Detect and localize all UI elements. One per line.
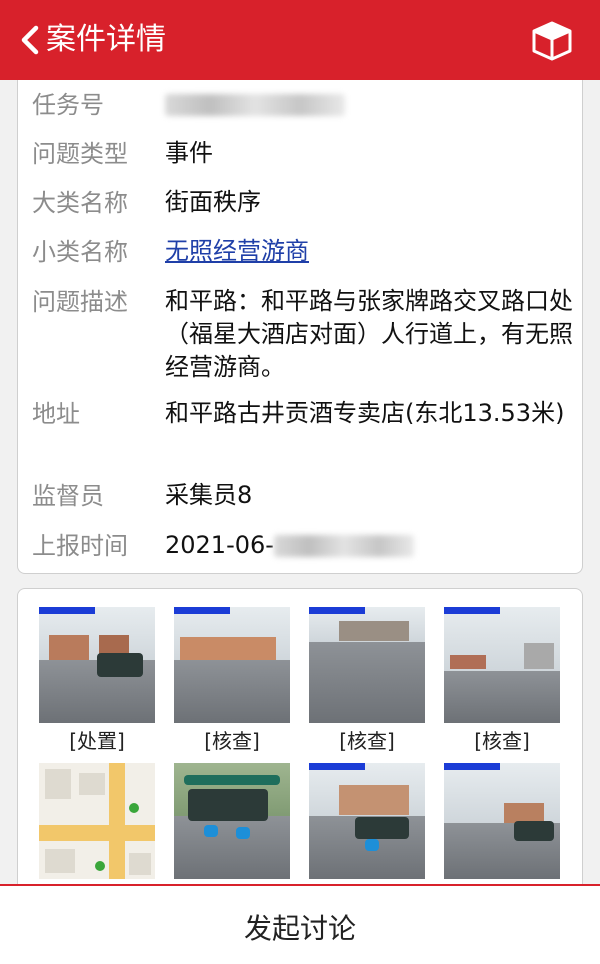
chevron-left-icon xyxy=(21,25,39,55)
map-thumbnail[interactable] xyxy=(39,763,155,879)
photo-thumbnail[interactable] xyxy=(174,763,290,879)
detail-label: 上报时间 xyxy=(32,532,128,560)
photo-caption: [核查] xyxy=(474,729,530,753)
detail-value: 街面秩序 xyxy=(165,188,261,216)
detail-label: 任务号 xyxy=(32,91,104,119)
detail-label: 问题类型 xyxy=(32,140,128,168)
cube-icon xyxy=(532,21,572,61)
app-header: 案件详情 xyxy=(0,0,600,80)
subcategory-link[interactable]: 无照经营游商 xyxy=(165,235,309,268)
task-number-value xyxy=(165,88,575,121)
photo-thumbnail[interactable] xyxy=(444,763,560,879)
detail-label: 地址 xyxy=(32,400,80,428)
detail-value: 采集员8 xyxy=(165,481,253,509)
photo-grid-card: [处置] [核查] [核查] [核查] xyxy=(17,588,583,898)
detail-label: 小类名称 xyxy=(32,238,128,266)
photo-thumbnail[interactable] xyxy=(444,607,560,723)
detail-value: 和平路：和平路与张家牌路交叉路口处（福星大酒店对面）人行道上，有无照经营游商。 xyxy=(165,287,573,381)
detail-label: 大类名称 xyxy=(32,189,128,217)
start-discussion-button[interactable]: 发起讨论 xyxy=(0,886,600,964)
photo-thumbnail[interactable] xyxy=(39,607,155,723)
page-title: 案件详情 xyxy=(46,22,166,57)
bottom-bar: 发起讨论 xyxy=(0,884,600,964)
detail-label: 监督员 xyxy=(32,482,104,510)
photo-caption: [处置] xyxy=(69,729,125,753)
back-button[interactable] xyxy=(10,20,50,60)
case-info-card: 任务号 问题类型 事件 大类名称 街面秩序 小类名称 无照经营游商 问题描述 和… xyxy=(17,80,583,574)
report-time-value: 2021-06- xyxy=(165,529,575,562)
cube-button[interactable] xyxy=(530,20,574,62)
photo-caption: [核查] xyxy=(204,729,260,753)
detail-value: 和平路古井贡酒专卖店(东北13.53米) xyxy=(165,399,565,427)
detail-value: 事件 xyxy=(165,139,213,167)
photo-caption: [核查] xyxy=(339,729,395,753)
redacted-value xyxy=(273,535,414,557)
photo-thumbnail[interactable] xyxy=(309,763,425,879)
report-time-text: 2021-06- xyxy=(165,531,274,559)
photo-thumbnail[interactable] xyxy=(309,607,425,723)
redacted-value xyxy=(165,94,345,116)
photo-thumbnail[interactable] xyxy=(174,607,290,723)
detail-label: 问题描述 xyxy=(32,288,128,316)
